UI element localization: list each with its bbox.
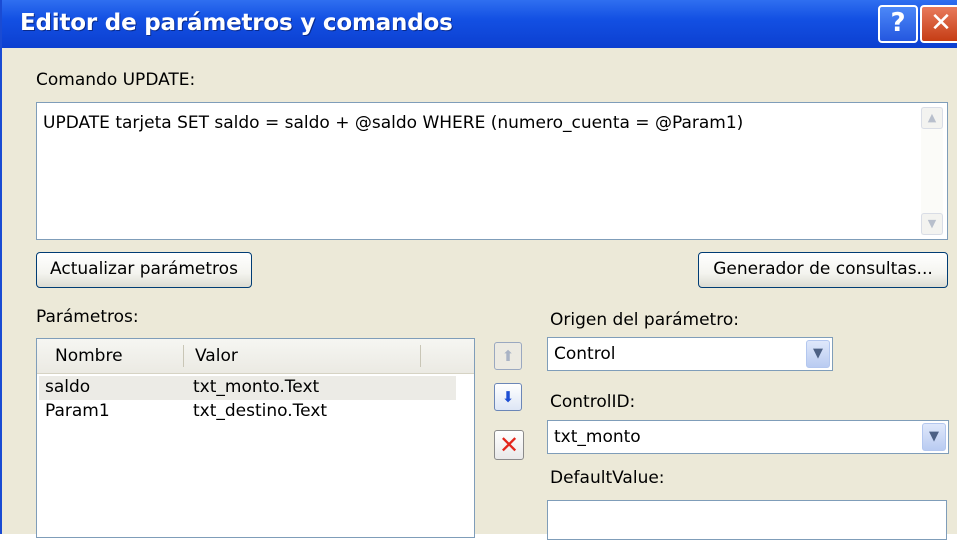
chevron-down-icon[interactable]: ▼ [922, 423, 946, 451]
chevron-down-icon[interactable]: ▼ [806, 340, 830, 368]
parameters-list-header: Nombre Valor [37, 339, 474, 374]
param-source-value: Control [554, 344, 616, 364]
param-source-select[interactable]: Control ▼ [547, 337, 833, 371]
param-source-label: Origen del parámetro: [550, 310, 739, 330]
refresh-parameters-button[interactable]: Actualizar parámetros [36, 252, 252, 288]
move-up-button[interactable]: ⬆ [494, 342, 522, 370]
command-label: Comando UPDATE: [36, 70, 196, 90]
control-id-label: ControlID: [550, 392, 636, 412]
param-name: saldo [45, 377, 91, 397]
move-down-button[interactable]: ⬇ [494, 383, 522, 411]
column-header-value[interactable]: Valor [195, 346, 238, 366]
column-header-name[interactable]: Nombre [55, 346, 123, 366]
scroll-up-arrow-icon[interactable]: ▲ [921, 107, 943, 129]
dialog-window: Editor de parámetros y comandos ? ✕ Coma… [0, 0, 957, 540]
window-title: Editor de parámetros y comandos [20, 10, 453, 36]
default-value-label: DefaultValue: [550, 468, 665, 488]
control-id-value: txt_monto [554, 427, 641, 447]
table-row[interactable]: saldo txt_monto.Text [39, 376, 456, 400]
close-button[interactable]: ✕ [920, 5, 957, 43]
query-builder-button[interactable]: Generador de consultas... [698, 252, 948, 288]
arrow-up-icon: ⬆ [501, 347, 515, 365]
column-divider[interactable] [183, 345, 184, 367]
table-row[interactable]: Param1 txt_destino.Text [39, 400, 456, 424]
help-button[interactable]: ? [878, 5, 918, 43]
parameters-label: Parámetros: [36, 307, 139, 327]
title-bar[interactable]: Editor de parámetros y comandos ? ✕ [2, 0, 957, 48]
param-name: Param1 [45, 401, 110, 421]
command-text: UPDATE tarjeta SET saldo = saldo + @sald… [43, 113, 744, 133]
red-x-delete-icon: ✕ [498, 431, 520, 459]
arrow-down-icon: ⬇ [501, 388, 515, 406]
parameters-list[interactable]: Nombre Valor saldo txt_monto.Text Param1… [36, 338, 475, 538]
control-id-select[interactable]: txt_monto ▼ [547, 420, 949, 454]
param-value: txt_destino.Text [193, 401, 328, 421]
column-divider[interactable] [420, 345, 421, 367]
default-value-field[interactable] [547, 500, 947, 540]
command-textarea[interactable]: UPDATE tarjeta SET saldo = saldo + @sald… [36, 102, 948, 240]
delete-parameter-button[interactable]: ✕ [494, 430, 524, 460]
command-scrollbar[interactable]: ▲ ▼ [921, 107, 943, 235]
scroll-down-arrow-icon[interactable]: ▼ [921, 213, 943, 235]
param-value: txt_monto.Text [193, 377, 320, 397]
